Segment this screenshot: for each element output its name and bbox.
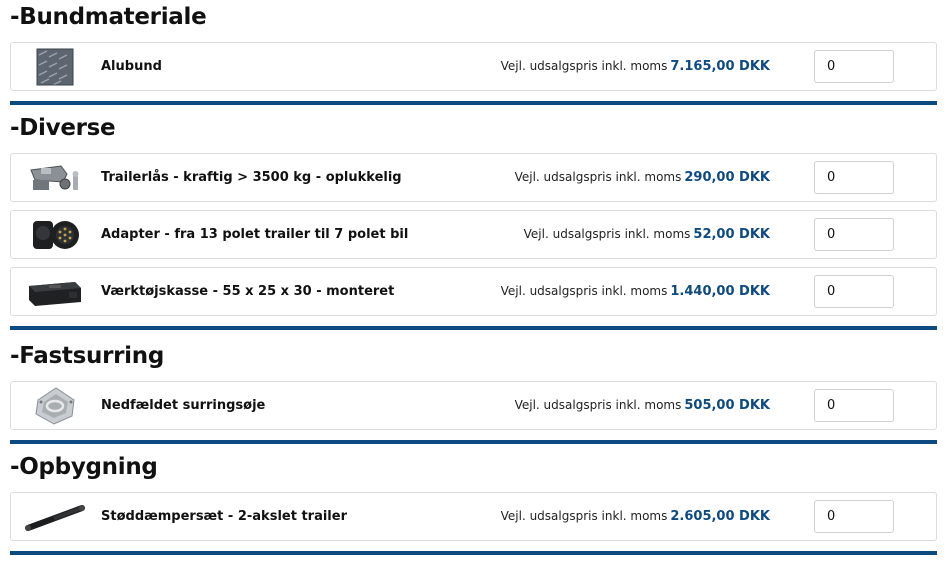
- product-price: Vejl. udsalgspris inkl. moms 1.440,00 DKK: [501, 268, 770, 315]
- product-name[interactable]: Nedfældet surringsøje: [101, 382, 265, 429]
- price-label: Vejl. udsalgspris inkl. moms: [523, 227, 691, 241]
- product-name[interactable]: Værktøjskasse - 55 x 25 x 30 - monteret: [101, 268, 394, 315]
- product-row: Støddæmpersæt - 2-akslet trailer Vejl. u…: [10, 492, 937, 541]
- product-row: Trailerlås - kraftig > 3500 kg - oplukke…: [10, 153, 937, 202]
- quantity-input[interactable]: [814, 50, 894, 83]
- section-title: -Fastsurring: [10, 343, 164, 369]
- section-divider: [10, 551, 937, 555]
- price-label: Vejl. udsalgspris inkl. moms: [514, 398, 682, 412]
- product-price: Vejl. udsalgspris inkl. moms 7.165,00 DKK: [501, 43, 770, 90]
- section-diverse: -Diverse Trailerlås - kraftig > 3500 kg …: [10, 111, 937, 330]
- quantity-input[interactable]: [814, 500, 894, 533]
- section-title: -Diverse: [10, 115, 116, 141]
- section-divider: [10, 440, 937, 444]
- price-amount: 2.605,00 DKK: [670, 509, 770, 524]
- quantity-input[interactable]: [814, 218, 894, 251]
- shock-absorber-image: [23, 497, 87, 537]
- price-label: Vejl. udsalgspris inkl. moms: [500, 59, 668, 73]
- price-amount: 52,00 DKK: [693, 227, 770, 242]
- price-amount: 7.165,00 DKK: [670, 59, 770, 74]
- product-price: Vejl. udsalgspris inkl. moms 2.605,00 DKK: [501, 493, 770, 540]
- product-name[interactable]: Alubund: [101, 43, 162, 90]
- aluminum-floor-image: [23, 47, 87, 87]
- price-amount: 505,00 DKK: [684, 398, 770, 413]
- product-name[interactable]: Trailerlås - kraftig > 3500 kg - oplukke…: [101, 154, 402, 201]
- product-row: Værktøjskasse - 55 x 25 x 30 - monteret …: [10, 267, 937, 316]
- product-name[interactable]: Støddæmpersæt - 2-akslet trailer: [101, 493, 347, 540]
- quantity-input[interactable]: [814, 389, 894, 422]
- product-row: Nedfældet surringsøje Vejl. udsalgspris …: [10, 381, 937, 430]
- section-title: -Bundmateriale: [10, 4, 207, 30]
- price-label: Vejl. udsalgspris inkl. moms: [514, 170, 682, 184]
- section-divider: [10, 326, 937, 330]
- price-amount: 1.440,00 DKK: [670, 284, 770, 299]
- price-amount: 290,00 DKK: [684, 170, 770, 185]
- product-name[interactable]: Adapter - fra 13 polet trailer til 7 pol…: [101, 211, 408, 258]
- product-row: Adapter - fra 13 polet trailer til 7 pol…: [10, 210, 937, 259]
- section-divider: [10, 101, 937, 105]
- lashing-ring-image: [23, 386, 87, 426]
- quantity-input[interactable]: [814, 161, 894, 194]
- section-title: -Opbygning: [10, 454, 158, 480]
- toolbox-image: [23, 272, 87, 312]
- quantity-input[interactable]: [814, 275, 894, 308]
- product-price: Vejl. udsalgspris inkl. moms 52,00 DKK: [524, 211, 770, 258]
- plug-adapter-image: [23, 215, 87, 255]
- section-bundmateriale: -Bundmateriale Alubund Vejl. udsalgspris…: [10, 0, 937, 105]
- product-price: Vejl. udsalgspris inkl. moms 290,00 DKK: [515, 154, 770, 201]
- price-label: Vejl. udsalgspris inkl. moms: [500, 509, 668, 523]
- product-row: Alubund Vejl. udsalgspris inkl. moms 7.16…: [10, 42, 937, 91]
- section-opbygning: -Opbygning Støddæmpersæt - 2-akslet trai…: [10, 450, 937, 555]
- product-price: Vejl. udsalgspris inkl. moms 505,00 DKK: [515, 382, 770, 429]
- price-label: Vejl. udsalgspris inkl. moms: [500, 284, 668, 298]
- trailer-lock-image: [23, 158, 87, 198]
- section-fastsurring: -Fastsurring Nedfældet surringsøje Vejl.…: [10, 339, 937, 444]
